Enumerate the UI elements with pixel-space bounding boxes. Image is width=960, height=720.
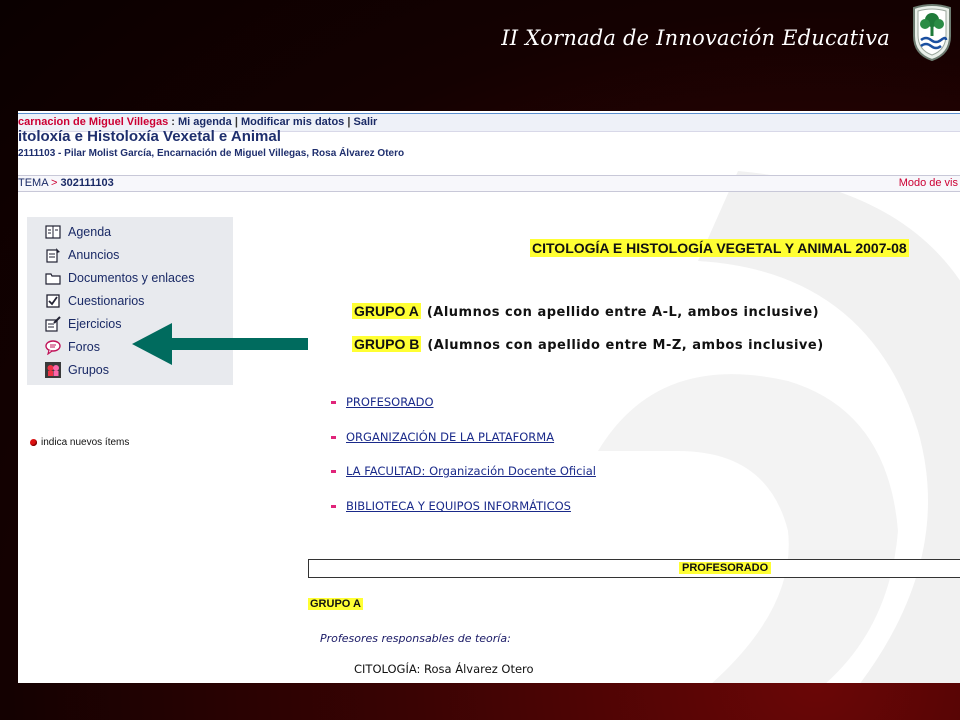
list-item: BIBLIOTECA Y EQUIPOS INFORMÁTICOS (331, 499, 571, 513)
list-item: PROFESORADO (331, 395, 434, 409)
my-agenda-link[interactable]: Mi agenda (178, 116, 232, 128)
watermark-graphic (598, 171, 960, 683)
bullet-icon (331, 469, 336, 473)
profesorado-section-bar: PROFESORADO (308, 559, 960, 578)
course-heading: CITOLOGÍA E HISTOLOGÍA VEGETAL Y ANIMAL … (530, 239, 909, 257)
biblioteca-link[interactable]: BIBLIOTECA Y EQUIPOS INFORMÁTICOS (346, 499, 571, 513)
menu-item-anuncios[interactable]: Anuncios (45, 245, 119, 265)
group-a-tag: GRUPO A (352, 303, 421, 319)
menu-item-ejercicios[interactable]: Ejercicios (45, 314, 122, 334)
checkbox-icon (46, 294, 60, 308)
group-b-row[interactable]: GRUPO B (Alumnos con apellido entre M-Z, … (352, 336, 824, 353)
list-item: ORGANIZACIÓN DE LA PLATAFORMA (331, 430, 554, 444)
profesorado-link[interactable]: PROFESORADO (346, 395, 434, 409)
list-item: LA FACULTAD: Organización Docente Oficia… (331, 464, 596, 478)
new-items-legend: indica nuevos ítems (30, 437, 129, 448)
bullet-icon (331, 435, 336, 439)
course-professors: 2111103 - Pilar Molist García, Encarnaci… (18, 148, 405, 159)
slide-title: II Xornada de Innovación Educativa (501, 26, 890, 50)
section-label: PROFESORADO (679, 562, 772, 574)
agenda-icon (45, 225, 61, 239)
menu-item-agenda[interactable]: Agenda (45, 222, 111, 242)
menu-item-grupos[interactable]: Grupos (45, 360, 109, 380)
bullet-icon (331, 504, 336, 508)
forum-icon (45, 340, 61, 355)
responsables-label: Profesores responsables de teoría: (320, 632, 511, 645)
exercise-icon (45, 316, 61, 332)
lms-screenshot: carnacion de Miguel Villegas : Mi agenda… (18, 111, 960, 683)
edit-profile-link[interactable]: Modificar mis datos (241, 116, 344, 128)
section-group-label: GRUPO A (308, 598, 363, 610)
facultad-link[interactable]: LA FACULTAD: Organización Docente Oficia… (346, 464, 596, 478)
group-b-tag: GRUPO B (352, 336, 422, 352)
bullet-icon (331, 400, 336, 404)
menu-item-foros[interactable]: Foros (45, 337, 100, 357)
groups-icon (45, 362, 61, 378)
breadcrumb-root[interactable]: TEMA (18, 177, 48, 189)
group-a-desc: (Alumnos con apellido entre A-L, ambos i… (426, 305, 820, 320)
view-mode-link[interactable]: Modo de vis (899, 176, 958, 191)
citologia-professor: CITOLOGÍA: Rosa Álvarez Otero (354, 662, 534, 676)
menu-item-documentos[interactable]: Documentos y enlaces (45, 268, 194, 288)
group-a-row[interactable]: GRUPO A (Alumnos con apellido entre A-L, … (352, 303, 819, 320)
group-b-desc: (Alumnos con apellido entre M-Z, ambos i… (427, 338, 824, 353)
breadcrumb: TEMA > 302111103 Modo de vis (18, 175, 960, 192)
announcements-icon (46, 248, 60, 263)
user-name: carnacion de Miguel Villegas (18, 116, 169, 128)
organizacion-link[interactable]: ORGANIZACIÓN DE LA PLATAFORMA (346, 430, 554, 444)
coat-of-arms-icon (913, 4, 951, 62)
new-item-dot-icon (30, 439, 37, 446)
folder-icon (45, 273, 61, 285)
breadcrumb-course-code: 302111103 (60, 177, 114, 189)
course-title: itoloxía e Histoloxía Vexetal e Animal (18, 128, 281, 145)
logout-link[interactable]: Salir (353, 116, 377, 128)
menu-item-cuestionarios[interactable]: Cuestionarios (45, 291, 144, 311)
pointer-arrow-icon (132, 323, 308, 365)
